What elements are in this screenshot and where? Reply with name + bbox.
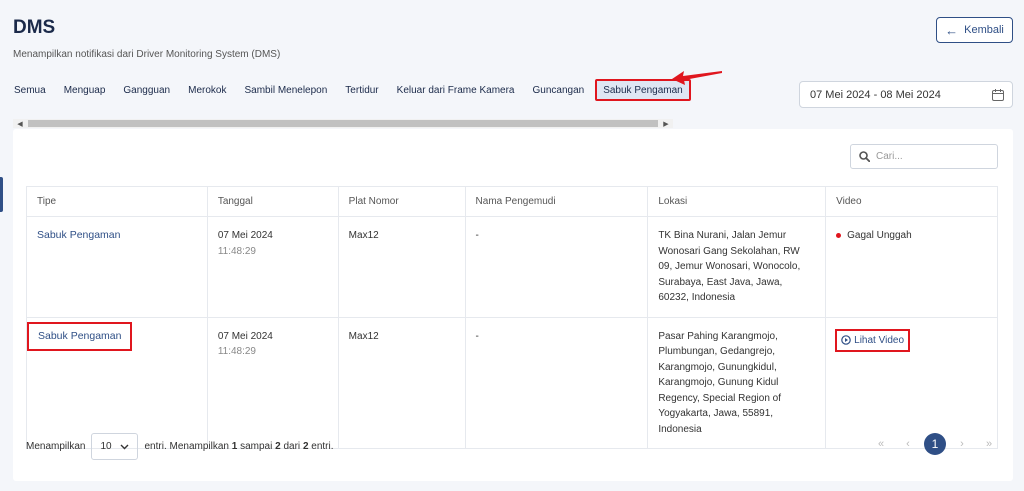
back-button[interactable]: ← Kembali: [936, 17, 1013, 43]
calendar-icon: [992, 89, 1004, 101]
cell-video: Gagal Unggah: [825, 216, 998, 318]
table-info: Menampilkan 10 entri. Menampilkan 1 samp…: [26, 433, 334, 460]
entries-info: entri. Menampilkan 1 sampai 2 dari 2 ent…: [144, 441, 333, 452]
entries-suffix: entri.: [311, 441, 334, 452]
time-text: 11:48:29: [217, 346, 256, 357]
cell-date: 07 Mei 2024 11:48:29: [206, 316, 339, 449]
last-page-button[interactable]: »: [978, 433, 1000, 455]
entries-to: 2: [275, 441, 281, 452]
table-row: Sabuk Pengaman 07 Mei 2024 11:48:29 Max1…: [26, 216, 998, 318]
cell-type: Sabuk Pengaman: [26, 216, 208, 318]
entries-total: 2: [302, 441, 309, 452]
cell-type: Sabuk Pengaman: [26, 316, 208, 449]
column-header-tanggal[interactable]: Tanggal: [206, 186, 339, 217]
column-header-plat-nomor[interactable]: Plat Nomor: [337, 186, 466, 217]
cell-driver: -: [464, 216, 649, 318]
column-header-tipe[interactable]: Tipe: [26, 186, 208, 217]
tab-gangguan[interactable]: Gangguan: [116, 79, 177, 101]
entries-to-word: sampai: [240, 441, 273, 452]
tab-menguap[interactable]: Menguap: [57, 79, 113, 101]
upload-status: Gagal Unggah: [836, 228, 987, 244]
tab-tertidur[interactable]: Tertidur: [338, 79, 385, 101]
tab-sambil-menelepon[interactable]: Sambil Menelepon: [237, 79, 334, 101]
entries-prefix: entri. Menampilkan: [144, 441, 229, 452]
date-text: 07 Mei 2024: [217, 330, 273, 342]
play-circle-icon: [841, 335, 851, 346]
cell-driver: -: [464, 316, 649, 449]
cell-video: Lihat Video: [825, 316, 998, 449]
prev-page-button[interactable]: ‹: [897, 433, 919, 455]
dms-table: Tipe Tanggal Plat Nomor Nama Pengemudi L…: [26, 186, 998, 449]
first-page-button[interactable]: «: [870, 433, 892, 455]
column-header-lokasi[interactable]: Lokasi: [647, 186, 827, 217]
scrollbar-thumb[interactable]: [28, 120, 658, 127]
tab-keluar-frame-kamera[interactable]: Keluar dari Frame Kamera: [390, 79, 522, 101]
date-range-value: 07 Mei 2024 - 08 Mei 2024: [810, 88, 941, 101]
show-label: Menampilkan: [26, 441, 86, 452]
search-box[interactable]: [850, 144, 998, 169]
cell-plate: Max12: [337, 316, 466, 449]
search-icon: [859, 151, 870, 162]
type-link[interactable]: Sabuk Pengaman: [37, 229, 120, 241]
chevron-down-icon: [120, 444, 129, 449]
status-dot-icon: [836, 233, 842, 239]
type-link[interactable]: Sabuk Pengaman: [27, 321, 133, 351]
entries-of-word: dari: [283, 441, 301, 452]
next-page-button[interactable]: ›: [951, 433, 973, 455]
page-size-value: 10: [100, 441, 112, 452]
date-text: 07 Mei 2024: [217, 230, 273, 241]
pagination: « ‹ 1 › »: [870, 433, 1000, 455]
cell-date: 07 Mei 2024 11:48:29: [206, 216, 339, 318]
upload-status-text: Gagal Unggah: [847, 230, 912, 241]
cell-plate: Max12: [337, 216, 466, 318]
tabs-scrollbar[interactable]: ◀ ▶: [13, 119, 673, 128]
tab-guncangan[interactable]: Guncangan: [525, 79, 591, 101]
arrow-left-icon: ←: [945, 22, 959, 38]
scroll-right-icon[interactable]: ▶: [659, 119, 673, 128]
time-text: 11:48:29: [217, 245, 256, 257]
page-subtitle: Menampilkan notifikasi dari Driver Monit…: [13, 49, 281, 60]
entries-from: 1: [231, 441, 238, 452]
view-video-label: Lihat Video: [854, 334, 904, 346]
date-range-picker[interactable]: 07 Mei 2024 - 08 Mei 2024: [799, 81, 1013, 108]
sidebar-edge-indicator: [0, 177, 3, 212]
scroll-left-icon[interactable]: ◀: [13, 119, 27, 128]
tab-merokok[interactable]: Merokok: [181, 79, 233, 101]
cell-location: Pasar Pahing Karangmojo, Plumbungan, Ged…: [647, 316, 827, 449]
search-input[interactable]: [876, 151, 986, 162]
column-header-video[interactable]: Video: [825, 186, 998, 217]
page-1-button[interactable]: 1: [924, 433, 946, 455]
filter-tabs: Semua Menguap Gangguan Merokok Sambil Me…: [7, 79, 695, 101]
page-size-select[interactable]: 10: [91, 433, 139, 460]
view-video-link[interactable]: Lihat Video: [835, 328, 910, 352]
column-header-nama-pengemudi[interactable]: Nama Pengemudi: [464, 186, 649, 217]
annotation-arrow-icon: [672, 71, 722, 85]
back-button-label: Kembali: [964, 24, 1004, 36]
table-row: Sabuk Pengaman 07 Mei 2024 11:48:29 Max1…: [26, 316, 998, 449]
table-header-row: Tipe Tanggal Plat Nomor Nama Pengemudi L…: [26, 186, 998, 217]
cell-location: TK Bina Nurani, Jalan Jemur Wonosari Gan…: [647, 216, 827, 318]
page-title: DMS: [13, 17, 56, 38]
tab-semua[interactable]: Semua: [7, 79, 53, 101]
